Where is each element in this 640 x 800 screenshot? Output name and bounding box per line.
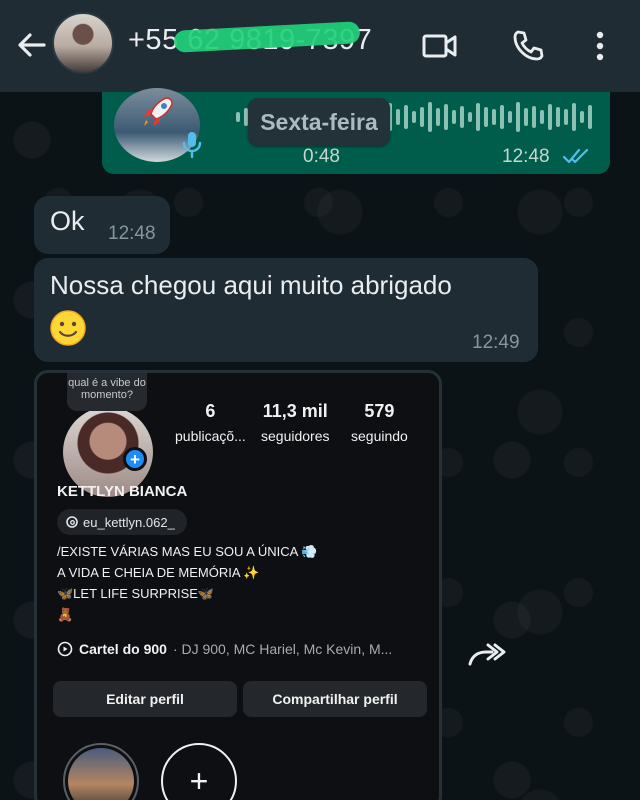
bio-line: 🦋LET LIFE SURPRISE🦋	[57, 586, 215, 601]
voice-call-icon[interactable]	[508, 26, 548, 66]
stat-value: 6	[205, 401, 216, 421]
waveform-bar	[436, 108, 440, 126]
waveform-bar	[500, 105, 504, 129]
threads-icon	[66, 516, 78, 528]
video-call-icon[interactable]	[420, 26, 460, 66]
message-time: 12:49	[472, 332, 520, 353]
waveform-bar	[516, 102, 520, 132]
stat-label: publicaçõ...	[175, 428, 246, 444]
stat-label: seguindo	[351, 428, 408, 444]
profile-note: qual é a vibe do momento?	[67, 373, 147, 411]
new-highlight-button: +	[161, 743, 237, 800]
waveform-bar	[428, 102, 432, 132]
bio-line: /EXISTE VÁRIAS MAS EU SOU A ÚNICA 💨	[57, 544, 318, 559]
threads-handle: eu_kettlyn.062_	[83, 514, 175, 530]
waveform-bar	[524, 108, 528, 126]
smiling-face-emoji	[50, 310, 86, 346]
waveform-bar	[556, 107, 560, 127]
waveform-bar	[580, 111, 584, 123]
message-text: Ok	[50, 206, 85, 236]
bio-line: 🧸	[57, 607, 74, 622]
message-text: Nossa chegou aqui muito abrigado	[50, 270, 452, 300]
profile-music: Cartel do 900 · DJ 900, MC Hariel, Mc Ke…	[57, 641, 392, 657]
waveform-bar	[452, 110, 456, 124]
voice-duration: 0:48	[303, 146, 340, 167]
waveform-bar	[492, 109, 496, 125]
stat-followers: 11,3 mil seguidores	[261, 401, 330, 444]
add-story-icon: +	[123, 447, 147, 471]
threads-badge: eu_kettlyn.062_	[57, 509, 187, 535]
share-profile-button: Compartilhar perfil	[243, 681, 427, 717]
message-time: 12:48	[108, 223, 156, 244]
incoming-message[interactable]: Nossa chegou aqui muito abrigado 12:49	[34, 258, 538, 362]
profile-bio: /EXISTE VÁRIAS MAS EU SOU A ÚNICA 💨 A VI…	[57, 541, 317, 625]
edit-profile-button: Editar perfil	[53, 681, 237, 717]
waveform-bar	[420, 107, 424, 127]
waveform-bar	[564, 109, 568, 125]
bio-line: A VIDA E CHEIA DE MEMÓRIA ✨	[57, 565, 260, 580]
music-artists: · DJ 900, MC Hariel, Mc Kevin, M...	[172, 641, 393, 657]
story-highlight	[63, 743, 139, 800]
contact-avatar[interactable]	[52, 12, 114, 74]
message-time: 12:48	[502, 146, 550, 167]
more-vertical-icon[interactable]	[580, 26, 620, 66]
waveform-bar	[508, 111, 512, 123]
incoming-message[interactable]: Ok 12:48	[34, 196, 170, 254]
waveform-bar	[476, 103, 480, 131]
date-separator: Sexta-feira	[248, 98, 390, 146]
stat-value: 579	[364, 401, 395, 421]
waveform-bar	[412, 111, 416, 123]
waveform-bar	[540, 110, 544, 124]
profile-name: KETTLYN BIANCA	[57, 483, 188, 500]
instagram-profile-image[interactable]: qual é a vibe do momento? + 6 publicaçõ.…	[34, 370, 442, 800]
waveform-bar	[468, 112, 472, 122]
music-title: Cartel do 900	[79, 641, 167, 657]
stat-label: seguidores	[261, 428, 330, 444]
waveform-bar	[404, 105, 408, 129]
stat-posts: 6 publicaçõ...	[175, 401, 246, 444]
microphone-icon	[182, 132, 202, 159]
play-circle-icon	[57, 641, 73, 657]
stat-following: 579 seguindo	[351, 401, 408, 444]
waveform-bar	[444, 104, 448, 130]
waveform-bar	[396, 109, 400, 125]
waveform-bar	[236, 112, 240, 122]
forward-icon[interactable]	[466, 638, 506, 670]
read-receipt-icon	[562, 148, 589, 164]
waveform-bar	[548, 104, 552, 130]
chat-header: +55 62 9819-7397	[0, 0, 640, 92]
back-arrow-icon[interactable]	[14, 28, 48, 62]
waveform-bar	[572, 103, 576, 131]
rocket-icon	[144, 97, 173, 126]
waveform-bar	[460, 106, 464, 128]
waveform-bar	[484, 107, 488, 127]
waveform-bar	[532, 106, 536, 128]
waveform-bar	[588, 105, 592, 129]
stat-value: 11,3 mil	[262, 401, 328, 421]
